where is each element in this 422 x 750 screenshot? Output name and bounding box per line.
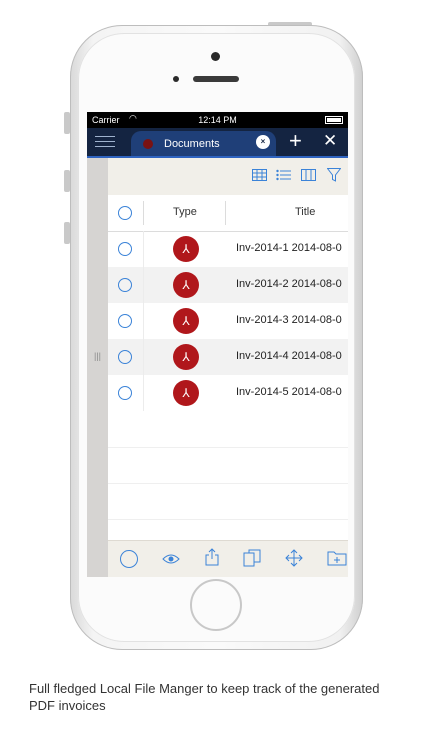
column-divider — [225, 201, 226, 225]
pdf-icon: ⅄ — [173, 344, 199, 370]
caption-text: Full fledged Local File Manger to keep t… — [29, 681, 380, 713]
filter-icon[interactable] — [327, 168, 341, 182]
row-title: Inv-2014-1 2014-08-0 — [236, 242, 342, 254]
app-screen: Carrier ◠ 12:14 PM Documents × + ✕ ||| T… — [87, 112, 348, 577]
column-header-type[interactable]: Type — [173, 206, 197, 218]
empty-row-line — [108, 519, 348, 520]
pdf-icon: ⅄ — [173, 272, 199, 298]
empty-row-line — [108, 483, 348, 484]
side-drag-handle[interactable]: ||| — [87, 158, 108, 577]
cell-divider — [143, 375, 144, 411]
table-row[interactable]: ⅄ Inv-2014-1 2014-08-0 — [108, 231, 348, 267]
select-all-checkbox[interactable] — [118, 206, 132, 220]
pdf-icon: ⅄ — [173, 236, 199, 262]
pdf-icon: ⅄ — [173, 380, 199, 406]
tab-close-icon[interactable]: × — [256, 135, 270, 149]
nav-bar: Documents × + ✕ — [87, 128, 348, 156]
table-row[interactable]: ⅄ Inv-2014-4 2014-08-0 — [108, 339, 348, 375]
table-row[interactable]: ⅄ Inv-2014-2 2014-08-0 — [108, 267, 348, 303]
table-header: Type Title — [108, 195, 348, 232]
copy-icon[interactable] — [243, 549, 261, 567]
row-checkbox[interactable] — [118, 242, 132, 256]
row-title: Inv-2014-5 2014-08-0 — [236, 386, 342, 398]
row-checkbox[interactable] — [118, 314, 132, 328]
add-icon[interactable]: + — [289, 129, 302, 153]
tab-label: Documents — [164, 138, 220, 150]
eye-icon[interactable] — [162, 553, 180, 565]
battery-icon — [325, 116, 343, 124]
move-icon[interactable] — [285, 549, 303, 567]
list-icon[interactable] — [276, 169, 291, 181]
empty-row-line — [108, 447, 348, 448]
tab-documents[interactable]: Documents × — [131, 131, 276, 156]
close-icon[interactable]: ✕ — [323, 130, 337, 152]
pdf-icon: ⅄ — [173, 308, 199, 334]
front-camera — [211, 52, 220, 61]
earpiece-speaker — [193, 76, 239, 82]
table-row[interactable]: ⅄ Inv-2014-5 2014-08-0 — [108, 375, 348, 411]
column-divider — [143, 201, 144, 225]
row-checkbox[interactable] — [118, 386, 132, 400]
row-title: Inv-2014-4 2014-08-0 — [236, 350, 342, 362]
document-tab-icon — [143, 139, 153, 149]
share-icon[interactable] — [205, 548, 219, 566]
select-circle-icon[interactable] — [120, 550, 138, 568]
new-folder-icon[interactable] — [327, 550, 347, 566]
columns-icon[interactable] — [301, 169, 316, 181]
status-time: 12:14 PM — [198, 115, 237, 125]
hamburger-icon[interactable] — [95, 136, 115, 148]
cell-divider — [143, 267, 144, 303]
view-toolbar — [108, 158, 348, 195]
row-checkbox[interactable] — [118, 278, 132, 292]
table-row[interactable]: ⅄ Inv-2014-3 2014-08-0 — [108, 303, 348, 339]
row-checkbox[interactable] — [118, 350, 132, 364]
proximity-sensor — [173, 76, 179, 82]
bottom-toolbar — [108, 540, 348, 577]
cell-divider — [143, 303, 144, 339]
row-title: Inv-2014-3 2014-08-0 — [236, 314, 342, 326]
grid-icon[interactable] — [252, 169, 267, 181]
home-button — [190, 579, 242, 631]
status-bar: Carrier ◠ 12:14 PM — [87, 112, 348, 128]
cell-divider — [143, 339, 144, 375]
grip-icon: ||| — [94, 351, 102, 361]
row-title: Inv-2014-2 2014-08-0 — [236, 278, 342, 290]
cell-divider — [143, 231, 144, 267]
column-header-title[interactable]: Title — [295, 206, 315, 218]
